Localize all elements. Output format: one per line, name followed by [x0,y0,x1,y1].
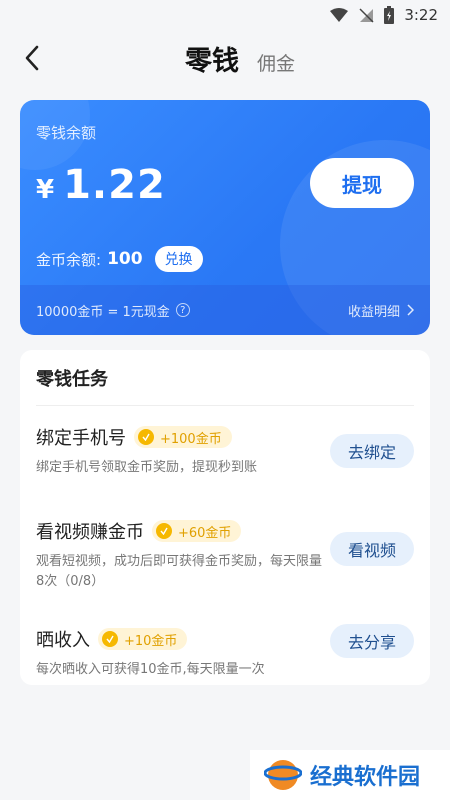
tab-commission[interactable]: 佣金 [257,49,295,76]
wifi-icon [330,8,349,22]
back-button[interactable] [14,40,50,76]
bind-phone-button[interactable]: 去绑定 [330,434,414,468]
chevron-right-icon [407,304,414,316]
no-signal-icon [358,7,374,23]
chevron-left-icon [25,45,39,71]
coin-icon [102,631,118,647]
earnings-detail-link[interactable]: 收益明细 [348,301,414,320]
task-item-bind-phone: 绑定手机号 +100金币 绑定手机号领取金币奖励，提现秒到账 去绑定 [36,406,414,500]
balance-amount: ¥1.22 [36,162,166,208]
exchange-rate: 10000金币 = 1元现金 ? [36,301,190,320]
card-footer: 10000金币 = 1元现金 ? 收益明细 [20,285,430,335]
coin-balance-row: 金币余额: 100 兑换 [36,246,203,272]
header-tabs: 零钱 佣金 [185,39,295,78]
tasks-title: 零钱任务 [36,350,414,406]
clock: 3:22 [404,6,438,24]
reward-badge: +60金币 [152,520,242,542]
tasks-panel: 零钱任务 绑定手机号 +100金币 绑定手机号领取金币奖励，提现秒到账 去绑定 … [20,350,430,685]
coin-balance-value: 100 [107,249,143,269]
reward-text: +60金币 [178,525,232,541]
watermark-text: 经典软件园 [310,765,421,790]
share-button[interactable]: 去分享 [330,624,414,658]
balance-card: 零钱余额 ¥1.22 提现 金币余额: 100 兑换 10000金币 = 1元现… [20,100,430,335]
coin-balance-label: 金币余额: [36,250,102,269]
task-name-text: 看视频赚金币 [36,522,144,543]
withdraw-button[interactable]: 提现 [310,158,414,208]
header: 零钱 佣金 [0,30,450,86]
exchange-button[interactable]: 兑换 [154,246,203,272]
coin-icon [156,523,172,539]
task-description: 观看短视频，成功后即可获得金币奖励，每天限量8次（0/8） [36,554,323,589]
task-description: 绑定手机号领取金币奖励，提现秒到账 [36,460,258,475]
reward-text: +100金币 [160,431,222,447]
reward-badge: +100金币 [134,426,232,448]
task-name-text: 绑定手机号 [36,428,126,449]
coin-icon [138,429,154,445]
currency-symbol: ¥ [36,175,56,205]
exchange-rate-text: 10000金币 = 1元现金 [36,304,170,320]
help-icon[interactable]: ? [175,303,190,317]
amount-value: 1.22 [63,162,166,208]
earnings-detail-label: 收益明细 [347,304,400,320]
reward-badge: +10金币 [98,628,188,650]
task-name: 看视频赚金币 +60金币 [36,518,242,544]
task-name: 晒收入 +10金币 [36,626,188,652]
reward-text: +10金币 [124,633,178,649]
task-name: 绑定手机号 +100金币 [36,424,232,450]
task-description: 每次晒收入可获得10金币,每天限量一次 [36,662,265,677]
status-bar: 3:22 [0,0,450,30]
tab-change[interactable]: 零钱 [185,39,239,78]
watermark-logo-icon [264,760,302,790]
task-item-share-income: 晒收入 +10金币 每次晒收入可获得10金币,每天限量一次 去分享 [36,608,414,702]
watch-video-button[interactable]: 看视频 [330,532,414,566]
task-item-watch-video: 看视频赚金币 +60金币 观看短视频，成功后即可获得金币奖励，每天限量8次（0/… [36,500,414,608]
watermark: 经典软件园 [250,750,450,800]
task-name-text: 晒收入 [36,630,90,651]
battery-charging-icon [384,6,395,24]
balance-title: 零钱余额 [36,124,97,142]
